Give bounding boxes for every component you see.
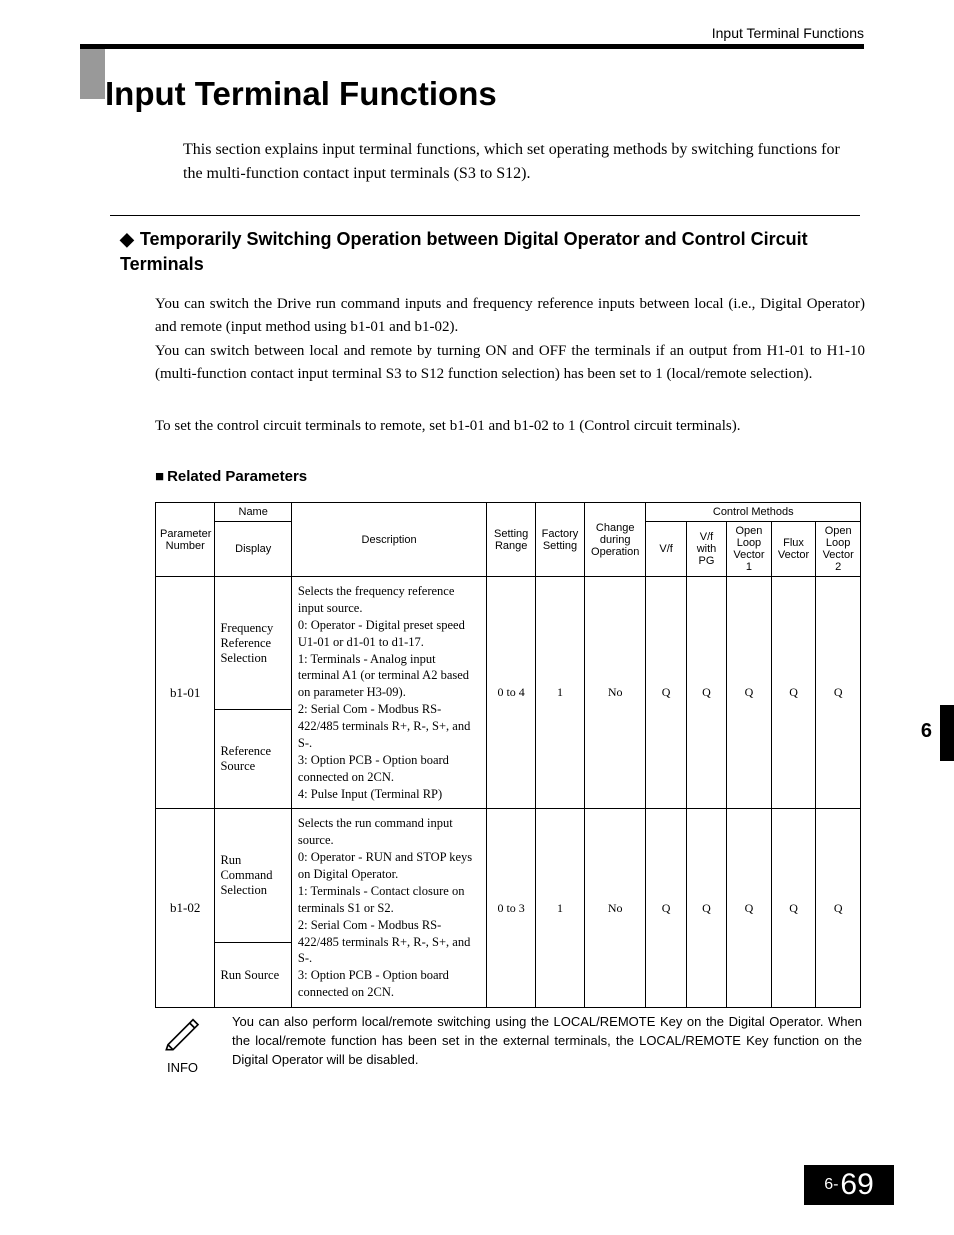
th-vf-pg: V/f with PG: [686, 522, 726, 577]
related-parameters-heading: ■Related Parameters: [155, 468, 307, 485]
cell-description: Selects the run command input source.0: …: [291, 809, 486, 1008]
cell-setting-range: 0 to 3: [487, 809, 536, 1008]
cell-cm-vf: Q: [646, 809, 686, 1008]
th-olv2: Open Loop Vector 2: [816, 522, 861, 577]
th-change-during-op: Change during Operation: [584, 503, 646, 577]
table-row: b1-02 Run Command Selection Selects the …: [156, 809, 861, 943]
table-row: b1-01 Frequency Reference Selection Sele…: [156, 577, 861, 710]
section-rule: [110, 215, 860, 216]
cell-description: Selects the frequency reference input so…: [291, 577, 486, 809]
cell-cm-olv2: Q: [816, 809, 861, 1008]
body-paragraph-2: You can switch between local and remote …: [155, 340, 865, 387]
cell-change: No: [584, 809, 646, 1008]
th-display: Display: [215, 522, 291, 577]
section-heading-text: Temporarily Switching Operation between …: [120, 229, 808, 274]
cell-cm-olv1: Q: [727, 809, 772, 1008]
page-number-box: 6-69: [804, 1165, 894, 1205]
intro-paragraph: This section explains input terminal fun…: [183, 138, 863, 186]
running-header: Input Terminal Functions: [712, 25, 864, 41]
cell-display: Reference Source: [215, 710, 291, 809]
chapter-tab: [940, 705, 954, 761]
th-description: Description: [291, 503, 486, 577]
related-parameters-text: Related Parameters: [167, 468, 307, 485]
page-title: Input Terminal Functions: [105, 75, 497, 113]
cell-display: Run Source: [215, 943, 291, 1008]
cell-cm-olv1: Q: [727, 577, 772, 809]
page-prefix: 6-: [824, 1176, 838, 1194]
cell-setting-range: 0 to 4: [487, 577, 536, 809]
cell-name: Frequency Reference Selection: [215, 577, 291, 710]
body-paragraph-3: To set the control circuit terminals to …: [155, 415, 865, 438]
cell-param: b1-02: [156, 809, 215, 1008]
body-paragraph-1: You can switch the Drive run command inp…: [155, 293, 865, 340]
top-rule: [80, 44, 864, 49]
th-flux: Flux Vector: [771, 522, 816, 577]
cell-cm-olv2: Q: [816, 577, 861, 809]
th-control-methods: Control Methods: [646, 503, 861, 522]
cell-factory-setting: 1: [536, 577, 585, 809]
parameters-table: Parameter Number Name Description Settin…: [155, 502, 861, 1008]
th-factory-setting: Factory Setting: [536, 503, 585, 577]
cell-cm-vf: Q: [646, 577, 686, 809]
cell-param: b1-01: [156, 577, 215, 809]
cell-cm-flux: Q: [771, 577, 816, 809]
th-olv1: Open Loop Vector 1: [727, 522, 772, 577]
cell-cm-vfpg: Q: [686, 577, 726, 809]
th-vf: V/f: [646, 522, 686, 577]
info-text: You can also perform local/remote switch…: [232, 1013, 862, 1070]
th-setting-range: Setting Range: [487, 503, 536, 577]
section-heading: ◆Temporarily Switching Operation between…: [120, 227, 860, 277]
cell-name: Run Command Selection: [215, 809, 291, 943]
title-accent-block: [80, 49, 105, 99]
diamond-bullet-icon: ◆: [120, 229, 134, 249]
cell-factory-setting: 1: [536, 809, 585, 1008]
th-parameter-number: Parameter Number: [156, 503, 215, 577]
info-label: INFO: [155, 1060, 210, 1075]
th-name: Name: [215, 503, 291, 522]
cell-cm-vfpg: Q: [686, 809, 726, 1008]
info-note: INFO You can also perform local/remote s…: [155, 1013, 865, 1075]
square-bullet-icon: ■: [155, 468, 164, 485]
cell-cm-flux: Q: [771, 809, 816, 1008]
cell-change: No: [584, 577, 646, 809]
chapter-number: 6: [921, 720, 932, 743]
info-icon: INFO: [155, 1013, 210, 1075]
page-number: 69: [840, 1168, 873, 1202]
